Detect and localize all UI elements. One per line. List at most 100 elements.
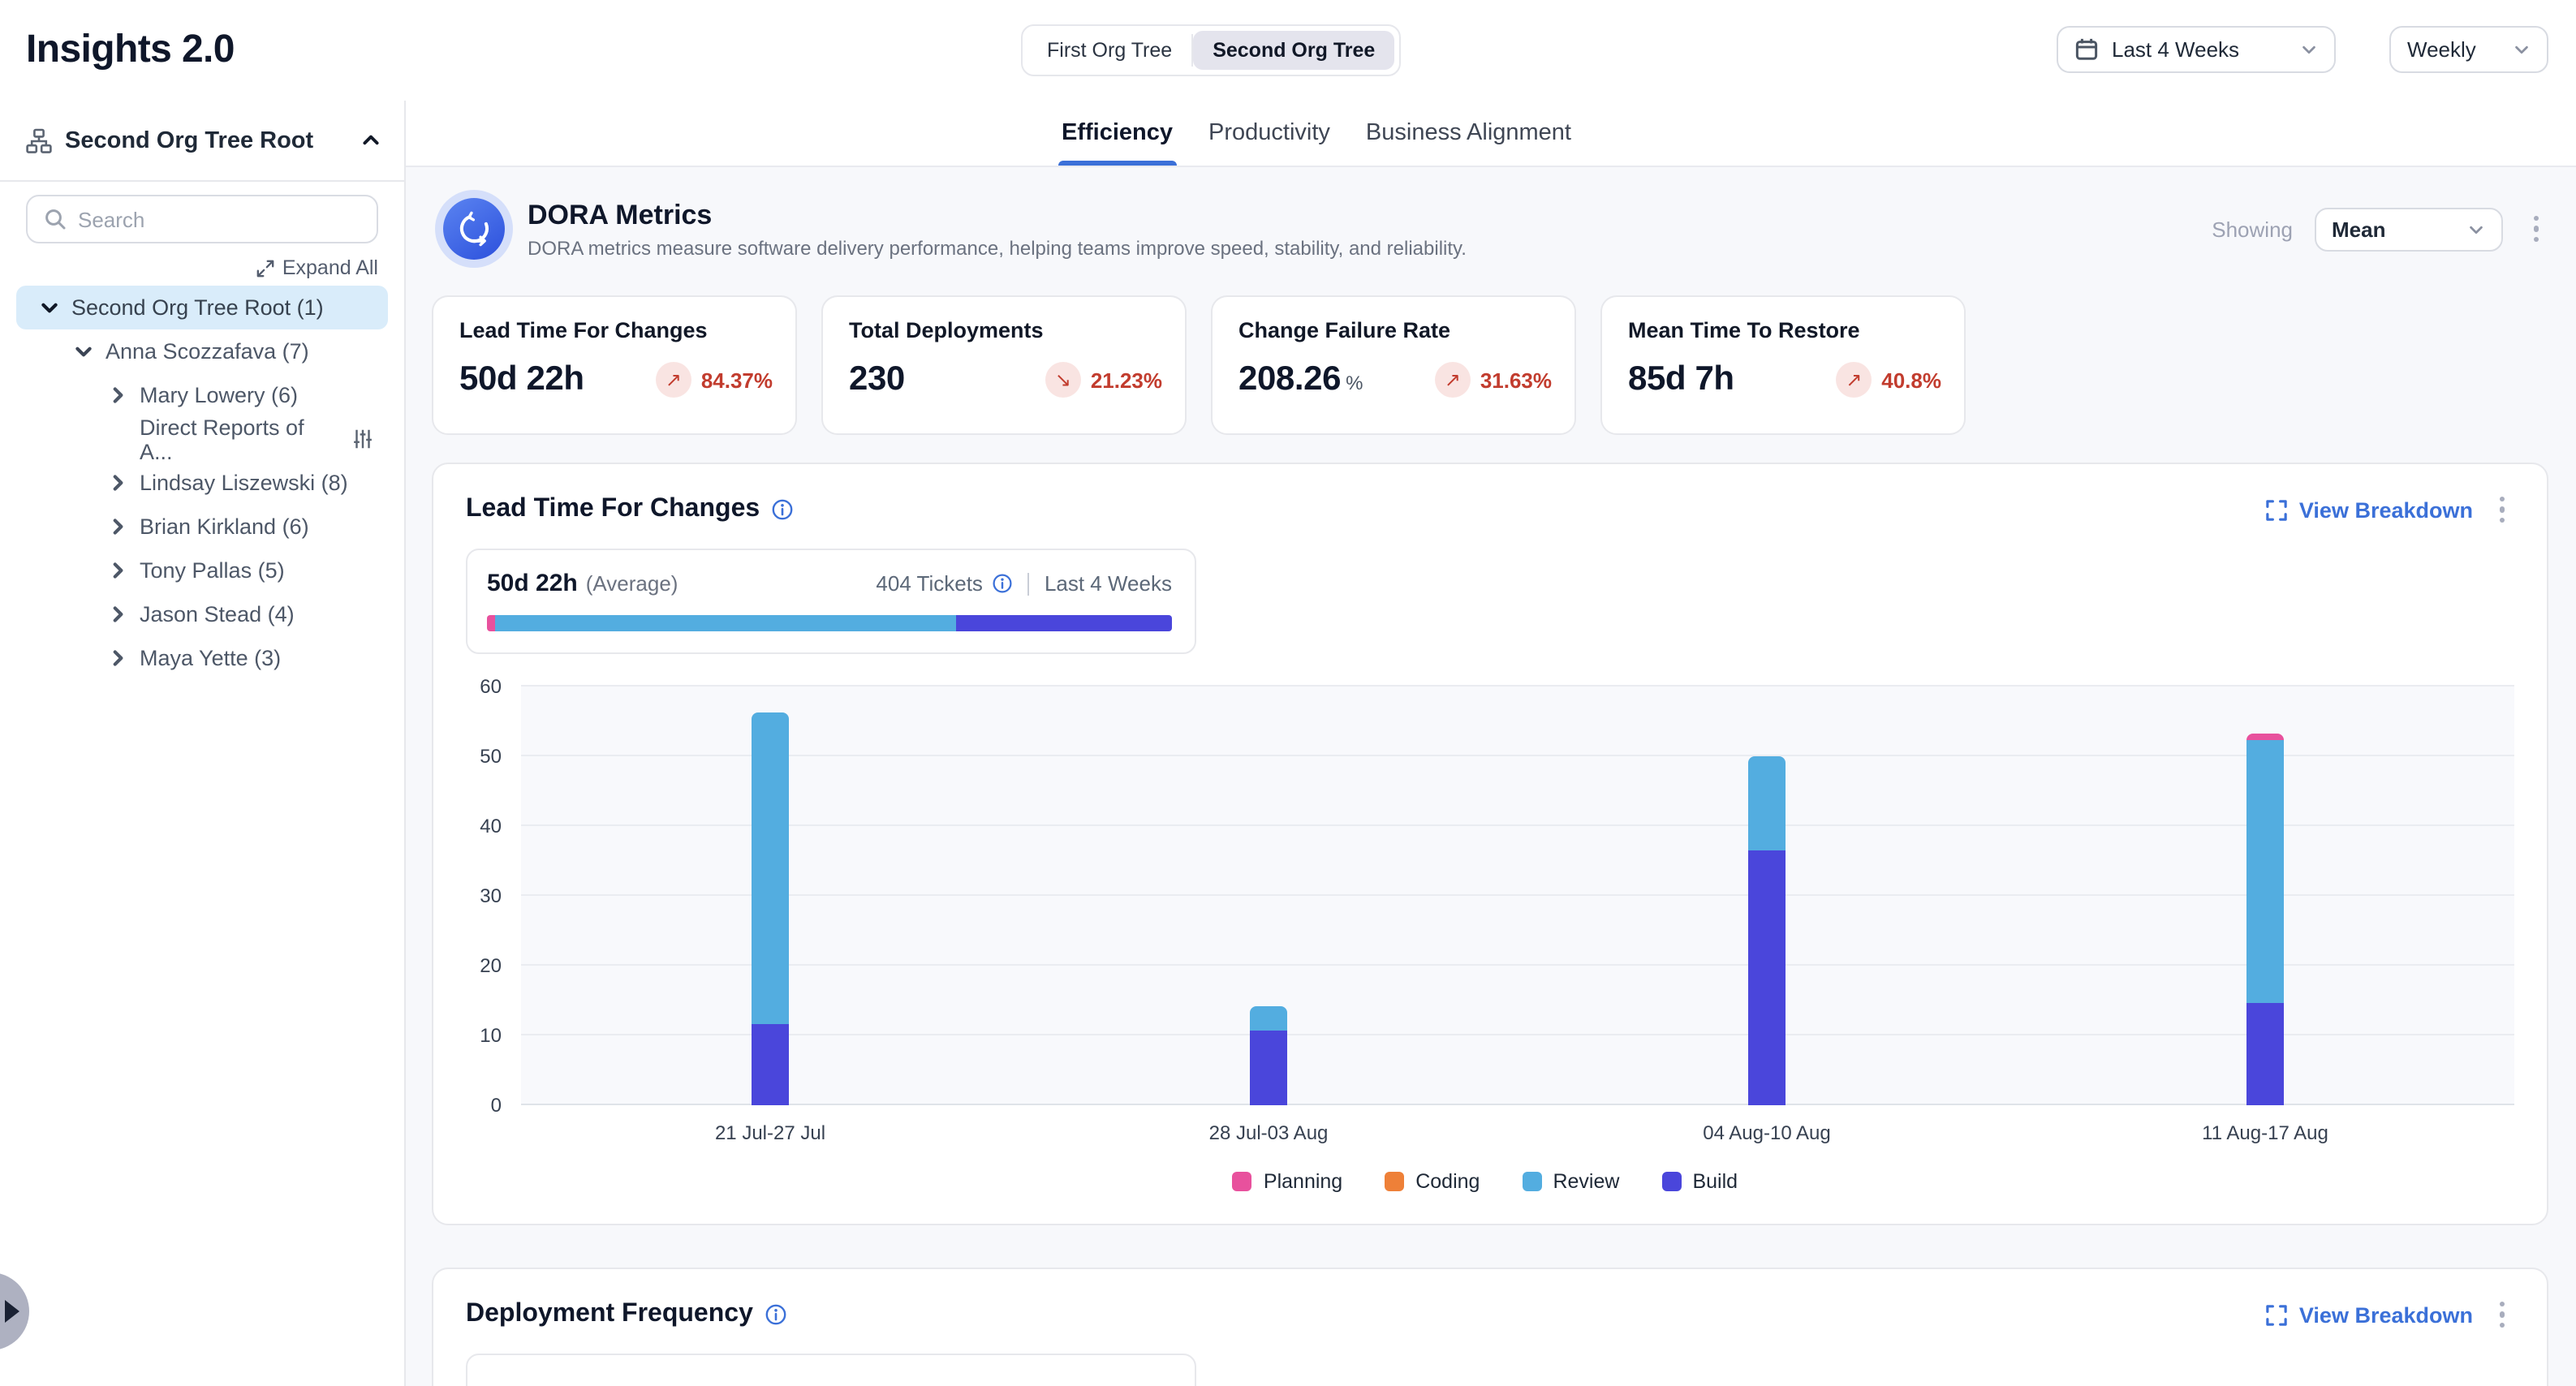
granularity-select[interactable]: Weekly: [2389, 26, 2548, 73]
y-axis-tick-label: 50: [456, 745, 502, 768]
app-window: Insights 2.0 First Org Tree Second Org T…: [0, 0, 2576, 1386]
legend-item-coding[interactable]: Coding: [1385, 1169, 1480, 1194]
x-axis-tick-label: 04 Aug-10 Aug: [1703, 1121, 1831, 1144]
kebab-menu[interactable]: [2489, 490, 2514, 530]
trend-up-icon: ↗: [656, 362, 691, 398]
chevron-right-icon[interactable]: [104, 516, 130, 537]
view-breakdown-button[interactable]: View Breakdown: [2267, 497, 2473, 522]
chart-bar-3[interactable]: [1748, 756, 1786, 1105]
gridline: [521, 685, 2514, 687]
average-value: 50d 22h: [487, 570, 578, 597]
metric-value: 85d 7h: [1628, 360, 1734, 399]
x-axis-labels: 21 Jul-27 Jul28 Jul-03 Aug04 Aug-10 Aug1…: [521, 1121, 2514, 1147]
tab-productivity[interactable]: Productivity: [1205, 120, 1333, 166]
dora-subtitle: DORA metrics measure software delivery p…: [528, 236, 1467, 259]
search-icon: [44, 208, 67, 230]
separator: [1028, 572, 1030, 595]
search-input[interactable]: [78, 207, 360, 231]
tree-item-maya-yette[interactable]: Maya Yette (3): [16, 636, 388, 680]
main-content: Efficiency Productivity Business Alignme…: [406, 101, 2576, 1386]
tree-item-label: Second Org Tree Root (1): [71, 295, 324, 320]
metric-cards-row: Lead Time For Changes 50d 22h ↗ 84.37% T…: [432, 295, 2548, 435]
phase-segment-review: [496, 615, 956, 631]
x-axis-tick-label: 11 Aug-17 Aug: [2202, 1121, 2328, 1144]
tree-item-jason-stead[interactable]: Jason Stead (4): [16, 592, 388, 636]
kebab-menu[interactable]: [2523, 209, 2548, 249]
legend-item-planning[interactable]: Planning: [1233, 1169, 1342, 1194]
view-breakdown-button[interactable]: View Breakdown: [2267, 1302, 2473, 1327]
tree-item-label: Anna Scozzafava (7): [106, 339, 309, 364]
kebab-menu[interactable]: [2489, 1295, 2514, 1335]
content-area: DORA Metrics DORA metrics measure softwa…: [406, 167, 2576, 1386]
deployment-summary-card: [466, 1354, 1196, 1386]
gridline: [521, 1104, 2514, 1105]
metric-card-change-failure-rate[interactable]: Change Failure Rate 208.26 % ↗ 31.63%: [1211, 295, 1576, 435]
chevron-right-icon[interactable]: [104, 604, 130, 625]
expand-all-icon: [256, 259, 274, 277]
metric-card-mean-time-to-restore[interactable]: Mean Time To Restore 85d 7h ↗ 40.8%: [1600, 295, 1966, 435]
chevron-right-icon[interactable]: [104, 472, 130, 493]
tree-item-label: Lindsay Liszewski (8): [140, 471, 348, 495]
aggregation-select[interactable]: Mean: [2314, 207, 2502, 251]
chart-bar-2[interactable]: [1250, 1007, 1287, 1105]
gridline: [521, 964, 2514, 966]
org-toggle-first-org-tree[interactable]: First Org Tree: [1027, 31, 1191, 70]
sidebar-collapse-button[interactable]: [0, 1272, 29, 1350]
y-axis-tick-label: 10: [456, 1024, 502, 1047]
metric-card-total-deployments[interactable]: Total Deployments 230 ↘ 21.23%: [821, 295, 1187, 435]
tree-item-second-org-tree-root[interactable]: Second Org Tree Root (1): [16, 286, 388, 329]
calendar-icon: [2074, 37, 2099, 62]
chart-bar-1[interactable]: [752, 713, 789, 1105]
bar-segment-review: [1748, 756, 1786, 850]
org-toggle-second-org-tree[interactable]: Second Org Tree: [1193, 31, 1394, 70]
legend-item-build[interactable]: Build: [1661, 1169, 1738, 1194]
filter-sliders-icon[interactable]: [351, 427, 375, 451]
tree-item-tony-pallas[interactable]: Tony Pallas (5): [16, 549, 388, 592]
sidebar-root-title: Second Org Tree Root: [65, 127, 347, 153]
chevron-down-icon[interactable]: [70, 341, 96, 362]
legend-label: Build: [1692, 1170, 1738, 1193]
chevron-up-icon[interactable]: [360, 130, 381, 151]
legend-swatch: [1233, 1172, 1252, 1191]
expand-all-button[interactable]: Expand All: [256, 256, 378, 279]
phase-distribution-bar: [487, 615, 1172, 631]
chevron-right-icon[interactable]: [104, 648, 130, 669]
dora-metrics-header: DORA Metrics DORA metrics measure softwa…: [432, 190, 2548, 268]
org-tree-sidebar: Second Org Tree Root Expand All: [0, 101, 406, 1386]
org-tree: Second Org Tree Root (1) Anna Scozzafava…: [0, 286, 404, 680]
bar-segment-review: [752, 713, 789, 1024]
chevron-right-icon[interactable]: [104, 385, 130, 406]
chevron-right-icon[interactable]: [104, 560, 130, 581]
tree-item-anna-scozzafava[interactable]: Anna Scozzafava (7): [16, 329, 388, 373]
metric-title: Mean Time To Restore: [1628, 318, 1945, 342]
tab-business-alignment[interactable]: Business Alignment: [1363, 120, 1574, 166]
lead-time-summary-card: 50d 22h (Average) 404 Tickets Last 4 Wee…: [466, 549, 1196, 654]
tree-item-direct-reports[interactable]: Direct Reports of A...: [16, 417, 388, 461]
gridline: [521, 1034, 2514, 1035]
chevron-down-icon: [2513, 41, 2531, 58]
granularity-value: Weekly: [2407, 37, 2500, 62]
metric-value: 230: [849, 360, 905, 399]
tree-item-brian-kirkland[interactable]: Brian Kirkland (6): [16, 505, 388, 549]
tree-item-mary-lowery[interactable]: Mary Lowery (6): [16, 373, 388, 417]
date-range-select[interactable]: Last 4 Weeks: [2057, 26, 2336, 73]
y-axis-tick-label: 60: [456, 675, 502, 698]
chevron-down-icon[interactable]: [36, 297, 62, 318]
delta-percent: 84.37%: [701, 368, 773, 392]
tab-efficiency[interactable]: Efficiency: [1058, 120, 1176, 166]
metric-card-lead-time[interactable]: Lead Time For Changes 50d 22h ↗ 84.37%: [432, 295, 797, 435]
info-icon[interactable]: [993, 573, 1014, 594]
trend-up-icon: ↗: [1836, 362, 1872, 398]
chart-bar-4[interactable]: [2246, 734, 2284, 1105]
info-icon[interactable]: [771, 498, 794, 521]
metric-delta: ↗ 40.8%: [1836, 362, 1945, 398]
legend-label: Planning: [1264, 1170, 1342, 1193]
tree-item-label: Brian Kirkland (6): [140, 514, 309, 539]
phase-segment-planning: [487, 615, 496, 631]
info-icon[interactable]: [765, 1303, 787, 1326]
legend-item-review[interactable]: Review: [1522, 1169, 1619, 1194]
trend-down-icon: ↘: [1045, 362, 1081, 398]
tree-item-label: Mary Lowery (6): [140, 383, 298, 407]
tree-item-lindsay-liszewski[interactable]: Lindsay Liszewski (8): [16, 461, 388, 505]
deployment-panel-title: Deployment Frequency: [466, 1300, 787, 1329]
